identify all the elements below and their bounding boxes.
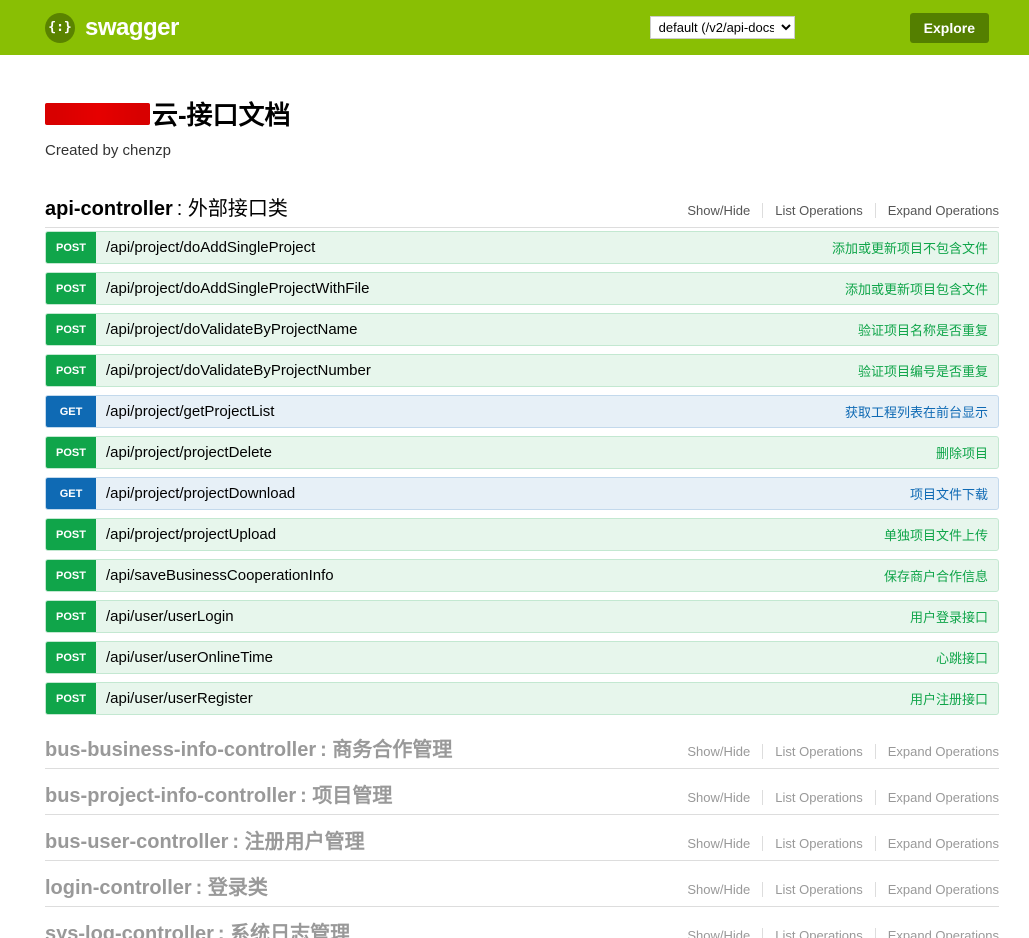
http-method-badge: POST <box>46 232 96 263</box>
endpoint-row[interactable]: POST/api/user/userRegister用户注册接口 <box>45 682 999 715</box>
endpoint-summary[interactable]: 获取工程列表在前台显示 <box>845 402 998 421</box>
endpoint-row[interactable]: POST/api/user/userLogin用户登录接口 <box>45 600 999 633</box>
endpoint-path[interactable]: /api/project/doAddSingleProjectWithFile <box>96 280 845 297</box>
endpoint-row[interactable]: GET/api/project/projectDownload项目文件下载 <box>45 477 999 510</box>
controller-heading[interactable]: api-controller外部接口类 Show/HideList Operati… <box>45 184 999 228</box>
list-operations-link[interactable]: List Operations <box>763 928 875 938</box>
show-hide-link[interactable]: Show/Hide <box>675 790 763 805</box>
endpoint-path[interactable]: /api/project/doValidateByProjectName <box>96 321 858 338</box>
controller-desc: 登录类 <box>196 871 268 900</box>
expand-operations-link[interactable]: Expand Operations <box>876 928 999 938</box>
list-operations-link[interactable]: List Operations <box>763 203 875 218</box>
http-method-badge: GET <box>46 478 96 509</box>
expand-operations-link[interactable]: Expand Operations <box>876 836 999 851</box>
endpoint-summary[interactable]: 验证项目名称是否重复 <box>858 320 998 339</box>
controller-desc: 商务合作管理 <box>320 733 452 762</box>
explore-button[interactable]: Explore <box>910 13 989 43</box>
endpoint-row[interactable]: GET/api/project/getProjectList获取工程列表在前台显… <box>45 395 999 428</box>
show-hide-link[interactable]: Show/Hide <box>675 836 763 851</box>
endpoint-row[interactable]: POST/api/project/projectUpload单独项目文件上传 <box>45 518 999 551</box>
endpoint-row[interactable]: POST/api/project/doAddSingleProjectWithF… <box>45 272 999 305</box>
page-title-text: 云-接口文档 <box>152 100 291 130</box>
endpoint-path[interactable]: /api/project/doValidateByProjectNumber <box>96 362 858 379</box>
endpoint-path[interactable]: /api/project/projectUpload <box>96 526 884 543</box>
brand-logo[interactable]: {:} swagger <box>45 13 179 43</box>
list-operations-link[interactable]: List Operations <box>763 790 875 805</box>
endpoint-row[interactable]: POST/api/saveBusinessCooperationInfo保存商户… <box>45 559 999 592</box>
endpoint-row[interactable]: POST/api/project/doValidateByProjectName… <box>45 313 999 346</box>
endpoint-summary[interactable]: 用户注册接口 <box>910 689 998 708</box>
main-content: 云-接口文档 Created by chenzp api-controller外… <box>0 55 1029 938</box>
header-bar: {:} swagger default (/v2/api-docs) Explo… <box>0 0 1029 55</box>
list-operations-link[interactable]: List Operations <box>763 744 875 759</box>
endpoint-summary[interactable]: 验证项目编号是否重复 <box>858 361 998 380</box>
controller-name[interactable]: bus-project-info-controller <box>45 785 296 808</box>
endpoint-row[interactable]: POST/api/project/doValidateByProjectNumb… <box>45 354 999 387</box>
swagger-icon: {:} <box>45 13 75 43</box>
endpoint-path[interactable]: /api/saveBusinessCooperationInfo <box>96 567 884 584</box>
http-method-badge: POST <box>46 314 96 345</box>
show-hide-link[interactable]: Show/Hide <box>675 928 763 938</box>
redacted-text <box>45 103 150 125</box>
show-hide-link[interactable]: Show/Hide <box>675 203 763 218</box>
http-method-badge: POST <box>46 355 96 386</box>
controller-heading[interactable]: login-controller登录类 Show/HideList Operati… <box>45 863 999 907</box>
controller-name[interactable]: api-controller <box>45 198 173 221</box>
endpoint-row[interactable]: POST/api/project/doAddSingleProject添加或更新… <box>45 231 999 264</box>
http-method-badge: POST <box>46 273 96 304</box>
list-operations-link[interactable]: List Operations <box>763 836 875 851</box>
http-method-badge: GET <box>46 396 96 427</box>
endpoint-row[interactable]: POST/api/user/userOnlineTime心跳接口 <box>45 641 999 674</box>
controller-desc: 外部接口类 <box>177 192 288 221</box>
endpoints-list: POST/api/project/doAddSingleProject添加或更新… <box>45 231 999 715</box>
endpoint-summary[interactable]: 用户登录接口 <box>910 607 998 626</box>
api-selector[interactable]: default (/v2/api-docs) <box>650 16 795 39</box>
controller-heading[interactable]: sys-log-controller 系统日志管理 Show/HideList Op… <box>45 909 999 938</box>
show-hide-link[interactable]: Show/Hide <box>675 744 763 759</box>
page-title: 云-接口文档 <box>45 95 291 132</box>
endpoint-path[interactable]: /api/user/userRegister <box>96 690 910 707</box>
endpoint-summary[interactable]: 单独项目文件上传 <box>884 525 998 544</box>
expand-operations-link[interactable]: Expand Operations <box>876 203 999 218</box>
controller-heading[interactable]: bus-user-controller注册用户管理 Show/HideList O… <box>45 817 999 861</box>
http-method-badge: POST <box>46 642 96 673</box>
endpoint-summary[interactable]: 删除项目 <box>936 443 998 462</box>
show-hide-link[interactable]: Show/Hide <box>675 882 763 897</box>
endpoint-summary[interactable]: 添加或更新项目包含文件 <box>845 279 998 298</box>
controller-name[interactable]: bus-user-controller <box>45 831 228 854</box>
endpoint-summary[interactable]: 心跳接口 <box>936 648 998 667</box>
endpoint-row[interactable]: POST/api/project/projectDelete删除项目 <box>45 436 999 469</box>
http-method-badge: POST <box>46 519 96 550</box>
controller-name[interactable]: bus-business-info-controller <box>45 739 316 762</box>
endpoint-path[interactable]: /api/user/userOnlineTime <box>96 649 936 666</box>
http-method-badge: POST <box>46 437 96 468</box>
list-operations-link[interactable]: List Operations <box>763 882 875 897</box>
endpoint-summary[interactable]: 添加或更新项目不包含文件 <box>832 238 998 257</box>
controller-heading[interactable]: bus-business-info-controller商务合作管理 Show/H… <box>45 725 999 769</box>
endpoint-path[interactable]: /api/project/doAddSingleProject <box>96 239 832 256</box>
http-method-badge: POST <box>46 560 96 591</box>
controller-desc: 项目管理 <box>300 779 392 808</box>
author-text: Created by chenzp <box>45 142 999 159</box>
controller-name[interactable]: sys-log-controller <box>45 923 214 938</box>
endpoint-path[interactable]: /api/user/userLogin <box>96 608 910 625</box>
controller-desc: 注册用户管理 <box>232 825 364 854</box>
expand-operations-link[interactable]: Expand Operations <box>876 744 999 759</box>
http-method-badge: POST <box>46 683 96 714</box>
endpoint-summary[interactable]: 项目文件下载 <box>910 484 998 503</box>
expand-operations-link[interactable]: Expand Operations <box>876 790 999 805</box>
endpoint-path[interactable]: /api/project/projectDownload <box>96 485 910 502</box>
controller-name[interactable]: login-controller <box>45 877 192 900</box>
expand-operations-link[interactable]: Expand Operations <box>876 882 999 897</box>
controller-desc: 系统日志管理 <box>218 917 350 938</box>
controller-heading[interactable]: bus-project-info-controller项目管理 Show/Hide… <box>45 771 999 815</box>
endpoint-path[interactable]: /api/project/projectDelete <box>96 444 936 461</box>
endpoint-path[interactable]: /api/project/getProjectList <box>96 403 845 420</box>
endpoint-summary[interactable]: 保存商户合作信息 <box>884 566 998 585</box>
http-method-badge: POST <box>46 601 96 632</box>
brand-text: swagger <box>85 14 179 42</box>
